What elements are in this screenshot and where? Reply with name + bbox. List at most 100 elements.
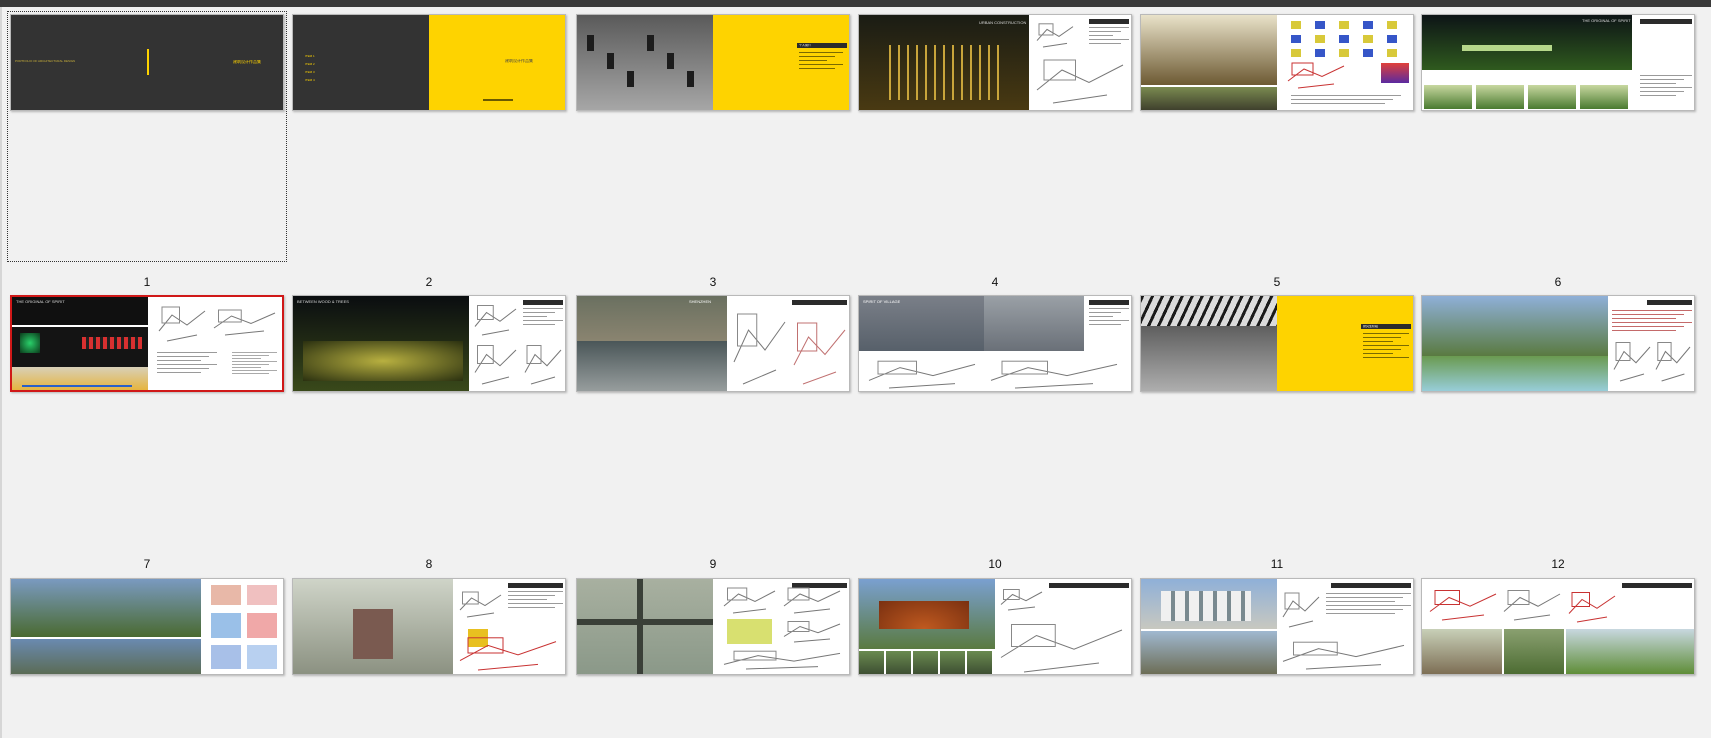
page-thumbnail[interactable] (1140, 14, 1414, 111)
text-line (1363, 333, 1409, 334)
page-thumbnail[interactable]: 个人简介 (576, 14, 850, 111)
page-thumbnail[interactable] (1140, 578, 1414, 675)
axon-diagram (247, 585, 277, 605)
yellow-panel (713, 15, 849, 110)
village-photo (859, 296, 984, 351)
axon-diagram (247, 645, 277, 669)
page-thumbnail[interactable]: SPIRIT OF VILLAGE (858, 295, 1132, 392)
sketch-diagram (783, 621, 841, 643)
page-heading: 研究生阶段 (1363, 325, 1379, 328)
radar (20, 333, 40, 353)
water-line (22, 385, 132, 387)
sketch-diagram (1000, 589, 1043, 611)
page-thumbnail[interactable]: 研究生阶段 (1140, 295, 1414, 392)
text-line (1291, 103, 1385, 104)
campus-sky (1422, 296, 1608, 356)
diagram-dot (1339, 49, 1349, 57)
text-line (232, 361, 277, 362)
sketch-diagram (1036, 23, 1074, 48)
menu-item: ITEM 2 (305, 63, 315, 66)
text-line (232, 373, 269, 374)
heading-bar (1331, 583, 1411, 588)
diagram-dot (1387, 49, 1397, 57)
page-thumbnail[interactable]: THE ORIGINAL OF SPIRIT (1421, 14, 1695, 111)
text-line (1612, 310, 1692, 311)
text-line (1089, 320, 1129, 321)
page-thumbnail[interactable] (10, 578, 284, 675)
sketch-diagram (733, 313, 786, 385)
page-heading: URBAN CONSTRUCTION (979, 21, 1027, 25)
page-thumbnail[interactable]: BETWEEN WOOD & TREES (292, 295, 566, 392)
diagram-dot (1363, 49, 1373, 57)
page-thumbnail[interactable]: PORTFOLIO OF ARCHITECTURAL DESIGN 建筑设计作品集 (10, 14, 284, 111)
sketch-diagram (1429, 590, 1497, 621)
sketch-diagram (1568, 592, 1616, 623)
text-line (1326, 605, 1411, 606)
diagram-dot (1387, 21, 1397, 29)
text-line (1326, 593, 1411, 594)
page-heading: BETWEEN WOOD & TREES (297, 300, 349, 304)
sketch-diagram (213, 309, 276, 336)
text-line (799, 56, 835, 57)
road (577, 619, 713, 625)
light-band (1462, 45, 1552, 51)
text-line (157, 360, 201, 361)
page-number-label: 11 (1270, 557, 1284, 571)
text-line (1363, 337, 1401, 338)
photo (1504, 629, 1564, 674)
heading-bar (1647, 300, 1692, 305)
text-line (1612, 326, 1684, 327)
figure (667, 53, 674, 69)
page-number-label: 3 (709, 275, 717, 289)
text-line (157, 356, 209, 357)
page-thumbnail[interactable]: ITEM 1 ITEM 2 ITEM 3 ITEM 4 建筑设计作品集 (292, 14, 566, 111)
bar-graph (82, 337, 142, 349)
heading-bar (792, 300, 847, 305)
page-thumbnail[interactable] (292, 578, 566, 675)
page-thumbnail[interactable]: THE ORIGINAL OF SPIRIT (10, 295, 284, 392)
photo (1528, 85, 1576, 109)
page-thumbnail[interactable] (858, 578, 1132, 675)
surface-plot (1381, 63, 1409, 83)
figure (587, 35, 594, 51)
text-line (523, 324, 555, 325)
axon-diagram (211, 585, 241, 605)
page-thumbnail[interactable]: URBAN CONSTRUCTION (858, 14, 1132, 111)
photo (1422, 629, 1502, 674)
village-photo (984, 296, 1084, 351)
page-thumbnail[interactable] (576, 578, 850, 675)
diagram-dot (1339, 21, 1349, 29)
page-thumbnail[interactable]: SHENZHEN (576, 295, 850, 392)
heading-bar (1640, 19, 1692, 24)
sketch-diagram (1000, 624, 1123, 673)
text-line (1640, 91, 1684, 92)
text-line (508, 595, 555, 596)
cover-title-left: PORTFOLIO OF ARCHITECTURAL DESIGN (15, 60, 76, 63)
heading-bar (1089, 19, 1129, 24)
sketch-diagram (1282, 641, 1405, 670)
sketch-diagram (1613, 342, 1651, 382)
yellow-panel (1277, 296, 1413, 391)
sketch-diagram (1036, 59, 1124, 104)
diagram-dot (1291, 35, 1301, 43)
sketch-diagram (1287, 62, 1345, 89)
page-number-label: 6 (1554, 275, 1562, 289)
text-line (1363, 341, 1393, 342)
canopy-structure (1141, 296, 1277, 326)
text-line (523, 320, 563, 321)
page-thumbnail[interactable] (1421, 295, 1695, 392)
text-line (1640, 75, 1692, 76)
diagram-dot (1387, 35, 1397, 43)
text-line (523, 316, 547, 317)
page-thumbnail[interactable] (1421, 578, 1695, 675)
text-line (799, 64, 843, 65)
photo (913, 651, 938, 674)
diagram-dot (1291, 49, 1301, 57)
page-number-label: 7 (143, 557, 151, 571)
sketch-diagram (459, 591, 502, 618)
photo (886, 651, 911, 674)
text-line (508, 599, 547, 600)
diagram-dot (1315, 49, 1325, 57)
yellow-panel (429, 15, 565, 110)
text-line (157, 368, 209, 369)
